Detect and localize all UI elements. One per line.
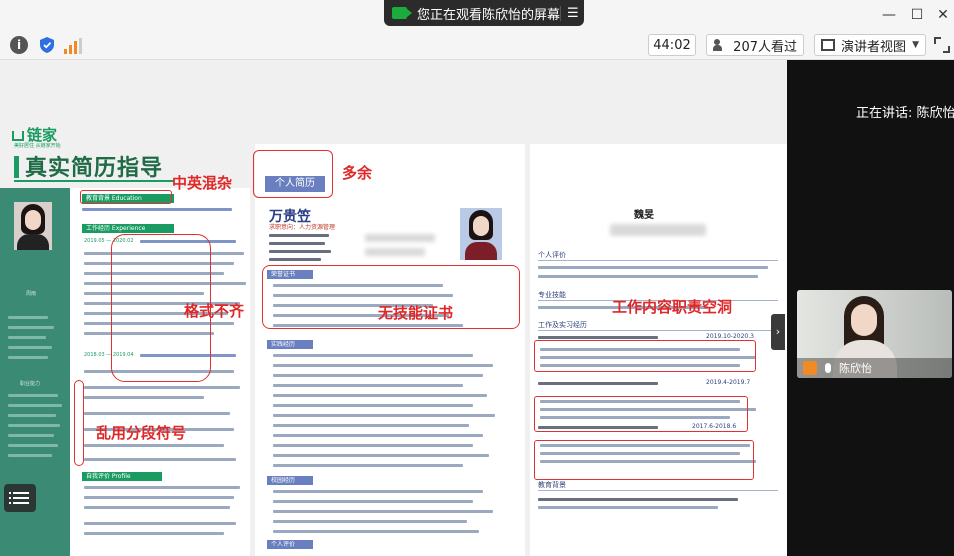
middle-section-campus: 校园经历 [267,476,313,485]
middle-resume-subtitle: 求职意向：人力资源管理 [269,224,336,231]
collapse-panel-chevron-icon[interactable]: › [771,314,785,350]
close-icon[interactable]: ✕ [932,4,954,26]
annotation-empty-job-duties: 工作内容职责空洞 [612,298,733,316]
annotation-mixed-language: 中英混杂 [172,174,233,192]
resume-photo-left [14,202,52,250]
annotation-box-duty-3 [534,440,754,480]
shared-screen-stage: 链家 美好居住 从链家开始 真实简历指导 周雨 职业能力 教育背景 Educat… [0,60,954,556]
right-resume-name: 魏旻 [634,210,654,221]
fullscreen-icon[interactable] [934,37,950,53]
security-shield-icon[interactable] [38,36,56,54]
redacted-contact [610,224,706,236]
section-profile-tag: 自我评价 Profile [82,472,162,481]
people-icon [713,39,727,51]
annotation-redundant: 多余 [342,164,373,182]
resume-photo-middle [460,208,502,260]
microphone-icon [825,363,831,373]
right-date-1: 2019.10-2020.3 [706,333,754,340]
annotation-random-segment-symbols: 乱用分段符号 [96,424,187,442]
left-resume-name: 周雨 [26,291,37,297]
middle-section-evaluation: 个人评价 [267,540,313,549]
annotation-format-misaligned: 格式不齐 [184,302,245,320]
right-label-education: 教育背景 [538,481,566,489]
slide-list-button[interactable] [4,484,36,512]
annotation-box-resume-header [253,150,333,198]
screen-share-banner[interactable]: 您正在观看陈欣怡的屏幕 ☰ [384,0,584,26]
title-divider [14,180,174,182]
meeting-timer: 44:02 [648,34,696,56]
view-mode-label: 演讲者视图 [841,39,907,55]
presenter-video[interactable]: 陈欣怡 [797,290,952,378]
right-date-2: 2019.4-2019.7 [706,379,751,386]
minimize-icon[interactable]: — [878,4,900,26]
maximize-icon[interactable]: ☐ [906,4,928,26]
document-title: 真实简历指导 [14,150,163,182]
share-status-text: 您正在观看陈欣怡的屏幕 [416,7,560,23]
middle-resume: 个人简历 万贵笠 求职意向：人力资源管理 荣誉证书 实践经历 校园经历 个人评价 [255,144,525,556]
right-label-experience: 工作及实习经历 [538,321,587,329]
annotation-no-skill-cert: 无技能证书 [378,304,454,322]
right-label-skills: 专业技能 [538,291,566,299]
shared-document: 链家 美好居住 从链家开始 真实简历指导 周雨 职业能力 教育背景 Educat… [0,60,787,556]
view-mode-dropdown[interactable]: 演讲者视图 ▼ [814,34,926,56]
annotation-box-education-tag [80,190,172,204]
window-titlebar: 您正在观看陈欣怡的屏幕 ☰ — ☐ ✕ [0,0,954,30]
network-signal-icon[interactable] [64,36,82,54]
info-icon[interactable]: i [10,36,28,54]
redacted-contact [365,248,425,256]
redacted-contact [365,234,435,242]
viewer-count-text: 207人看过 [733,39,797,55]
house-icon [12,131,24,141]
meeting-toolbar: i 44:02 207人看过 演讲者视图 ▼ [0,30,954,60]
chevron-down-icon: ▼ [912,40,919,50]
current-speaker-label: 正在讲话: 陈欣怡; [856,106,954,121]
presenter-name-bar: 陈欣怡 [797,358,952,378]
share-menu-icon[interactable]: ☰ [560,5,579,21]
viewer-count-button[interactable]: 207人看过 [706,34,804,56]
annotation-box-bullet-symbols [74,380,84,466]
layout-icon [821,39,835,51]
avatar [803,361,817,375]
presenter-name: 陈欣怡 [839,362,872,375]
screen-share-icon [392,7,412,19]
left-side-heading: 职业能力 [20,381,41,387]
brand-tagline: 美好居住 从链家开始 [14,143,61,149]
section-work-tag: 工作经历 Experience [82,224,174,233]
annotation-box-duty-2 [534,396,748,432]
right-label-evaluation: 个人评价 [538,251,566,259]
annotation-box-duty-1 [534,340,756,372]
middle-section-practice: 实践经历 [267,340,313,349]
